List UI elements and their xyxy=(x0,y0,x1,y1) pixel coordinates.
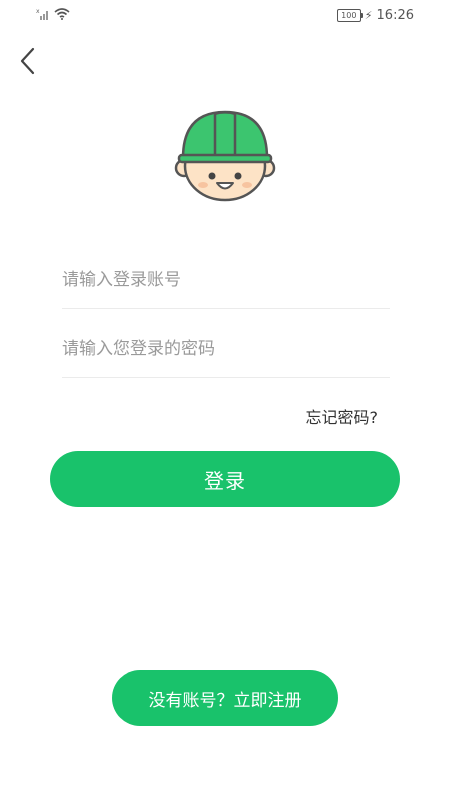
wifi-icon xyxy=(54,8,70,20)
login-button[interactable]: 登录 xyxy=(50,451,400,507)
account-field xyxy=(62,252,390,309)
login-screen: x 100 ⚡ 16:26 请输入登录账号 忘记密码? 登录 没有账号？立即注册 xyxy=(0,0,450,800)
charging-icon: ⚡ xyxy=(364,9,373,22)
status-right: 100 ⚡ 16:26 xyxy=(336,8,414,23)
chevron-left-icon xyxy=(20,47,35,75)
svg-text:x: x xyxy=(36,8,40,15)
status-time: 16:26 xyxy=(376,8,414,23)
battery-icon: 100 xyxy=(336,9,363,22)
account-input[interactable] xyxy=(62,252,390,308)
status-left: x xyxy=(36,8,70,20)
forgot-password-link[interactable]: 忘记密码? xyxy=(306,404,379,428)
back-button[interactable] xyxy=(14,44,44,78)
status-bar: x 100 ⚡ 16:26 xyxy=(0,0,450,34)
password-input[interactable] xyxy=(62,321,390,377)
register-button[interactable]: 没有账号？立即注册 xyxy=(112,670,338,726)
password-field xyxy=(62,321,390,378)
signal-icon: x xyxy=(36,8,48,20)
worker-helmet-avatar-icon xyxy=(174,110,276,202)
